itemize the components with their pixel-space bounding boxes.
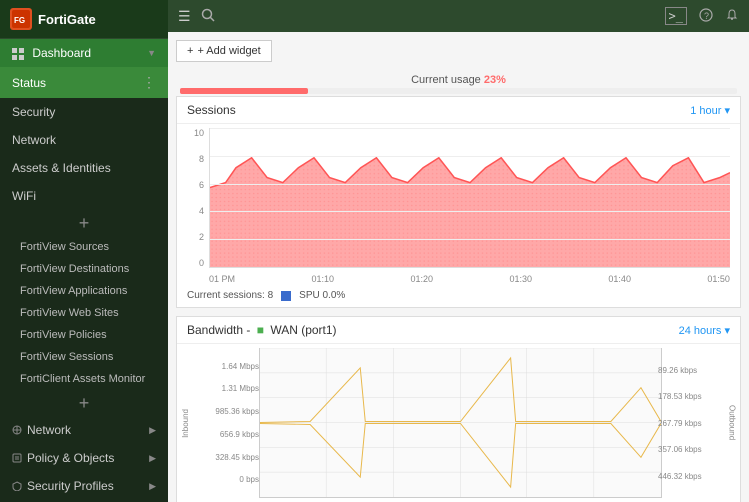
- outbound-label: Outbound: [728, 405, 737, 440]
- sidebar-item-forticlient-assets[interactable]: FortiClient Assets Monitor: [0, 368, 168, 390]
- sidebar-item-assets-label: Assets & Identities: [12, 161, 111, 175]
- policy-icon: [12, 453, 22, 463]
- sidebar-item-network[interactable]: Network: [0, 126, 168, 154]
- inbound-label-container: Inbound: [179, 348, 191, 498]
- network-icon: [12, 425, 22, 435]
- bandwidth-chart: Inbound 1.64 Mbps 1.31 Mbps 985.36 kbps …: [179, 348, 738, 502]
- sidebar-item-network-group-label: Network: [27, 423, 71, 437]
- security-profiles-chevron-icon: ▶: [149, 481, 156, 492]
- sidebar-item-fortiview-destinations[interactable]: FortiView Destinations: [0, 258, 168, 280]
- sidebar-item-policy-label: Policy & Objects: [27, 451, 114, 465]
- sidebar-item-assets[interactable]: Assets & Identities: [0, 154, 168, 182]
- status-options-icon[interactable]: ⋮: [142, 74, 156, 91]
- sidebar-item-status[interactable]: Status ⋮: [0, 67, 168, 98]
- sidebar-item-fortiview-websites[interactable]: FortiView Web Sites: [0, 302, 168, 324]
- sidebar-item-fortiview-sources[interactable]: FortiView Sources: [0, 236, 168, 258]
- grid-line: [210, 184, 730, 185]
- sessions-widget: Sessions 1 hour ▾ 10 8 6 4 2 0: [176, 96, 741, 308]
- add-widget-button[interactable]: + + Add widget: [176, 40, 272, 62]
- wan-icon: ■: [257, 323, 264, 337]
- sessions-chart-area: [209, 128, 730, 268]
- sidebar-item-fortiview-applications[interactable]: FortiView Applications: [0, 280, 168, 302]
- bandwidth-widget: Bandwidth - ■ WAN (port1) 24 hours ▾ Inb…: [176, 316, 741, 502]
- current-sessions-label: Current sessions: 8: [187, 290, 273, 301]
- sidebar-logo-text: FortiGate: [38, 12, 96, 27]
- bandwidth-title: Bandwidth - ■ WAN (port1): [187, 323, 337, 337]
- spu-color-box: [281, 291, 291, 301]
- sidebar-item-policy-objects[interactable]: Policy & Objects ▶: [0, 444, 168, 472]
- sidebar-item-security-profiles-label: Security Profiles: [27, 479, 114, 493]
- grid-line: [210, 239, 730, 240]
- spu-label: SPU 0.0%: [299, 290, 345, 301]
- sidebar-item-security-profiles[interactable]: Security Profiles ▶: [0, 472, 168, 500]
- svg-text:?: ?: [704, 11, 709, 21]
- notification-bell-icon[interactable]: [725, 8, 739, 25]
- sessions-widget-body: 10 8 6 4 2 0: [177, 124, 740, 307]
- sidebar-logo[interactable]: FG FortiGate: [0, 0, 168, 39]
- sidebar-item-dashboard[interactable]: Dashboard ▼: [0, 39, 168, 67]
- sidebar-add-button-2[interactable]: +: [0, 390, 168, 416]
- sessions-time-range[interactable]: 1 hour ▾: [690, 104, 730, 117]
- bw-y-axis-left: 1.64 Mbps 1.31 Mbps 985.36 kbps 656.9 kb…: [191, 348, 261, 498]
- sidebar-add-button-1[interactable]: +: [0, 210, 168, 236]
- sidebar-item-network-label: Network: [12, 133, 56, 147]
- sidebar-item-network-group[interactable]: Network ▶: [0, 416, 168, 444]
- usage-value: 23%: [484, 74, 506, 86]
- sessions-footer: Current sessions: 8 SPU 0.0%: [183, 288, 734, 303]
- bw-y-axis-right: 89.26 kbps 178.53 kbps 267.79 kbps 357.0…: [656, 348, 726, 498]
- sidebar-item-wifi-label: WiFi: [12, 189, 36, 203]
- bw-chart-area: [259, 348, 662, 498]
- grid-line: [210, 128, 730, 129]
- policy-chevron-icon: ▶: [149, 453, 156, 464]
- sidebar-item-security[interactable]: Security: [0, 98, 168, 126]
- sessions-title: Sessions: [187, 103, 236, 117]
- add-widget-plus-icon: +: [187, 45, 193, 57]
- bandwidth-widget-header: Bandwidth - ■ WAN (port1) 24 hours ▾: [177, 317, 740, 344]
- shield-icon: [12, 481, 22, 491]
- bandwidth-svg-chart: [260, 348, 661, 497]
- bandwidth-time-range[interactable]: 24 hours ▾: [679, 324, 730, 337]
- topbar-search-icon[interactable]: [201, 8, 215, 25]
- hamburger-menu-icon[interactable]: ☰: [178, 8, 191, 25]
- sessions-widget-header: Sessions 1 hour ▾: [177, 97, 740, 124]
- usage-bar: Current usage 23%: [176, 70, 741, 96]
- svg-text:FG: FG: [14, 16, 25, 25]
- grid-line: [210, 156, 730, 157]
- sessions-svg-chart: [210, 128, 730, 267]
- main-content: + + Add widget Current usage 23% Session…: [168, 32, 749, 502]
- sidebar-item-security-label: Security: [12, 105, 55, 119]
- bandwidth-widget-body: Inbound 1.64 Mbps 1.31 Mbps 985.36 kbps …: [177, 344, 740, 502]
- sidebar-item-wifi[interactable]: WiFi: [0, 182, 168, 210]
- sessions-chart: 10 8 6 4 2 0: [183, 128, 734, 288]
- terminal-icon[interactable]: >_: [665, 7, 687, 25]
- topbar: ☰ >_ ?: [168, 0, 749, 32]
- network-chevron-icon: ▶: [149, 425, 156, 436]
- outbound-label-container: Outbound: [726, 348, 738, 498]
- topbar-right-icons: >_ ?: [665, 7, 739, 25]
- inbound-label: Inbound: [181, 409, 190, 438]
- sessions-y-axis: 10 8 6 4 2 0: [183, 128, 207, 268]
- sidebar-item-fortiview-sessions[interactable]: FortiView Sessions: [0, 346, 168, 368]
- sidebar: FG FortiGate Dashboard ▼ Status ⋮ Securi…: [0, 0, 168, 502]
- usage-fill: [180, 88, 308, 94]
- fortigate-logo-icon: FG: [10, 8, 32, 30]
- grid-line: [210, 211, 730, 212]
- help-icon[interactable]: ?: [699, 8, 713, 25]
- sidebar-item-fortiview-policies[interactable]: FortiView Policies: [0, 324, 168, 346]
- sidebar-item-status-label: Status: [12, 76, 46, 90]
- sidebar-item-label: Dashboard: [12, 46, 91, 60]
- dashboard-chevron-icon: ▼: [147, 48, 156, 58]
- sessions-x-axis: 01 PM 01:10 01:20 01:30 01:40 01:50: [209, 270, 730, 288]
